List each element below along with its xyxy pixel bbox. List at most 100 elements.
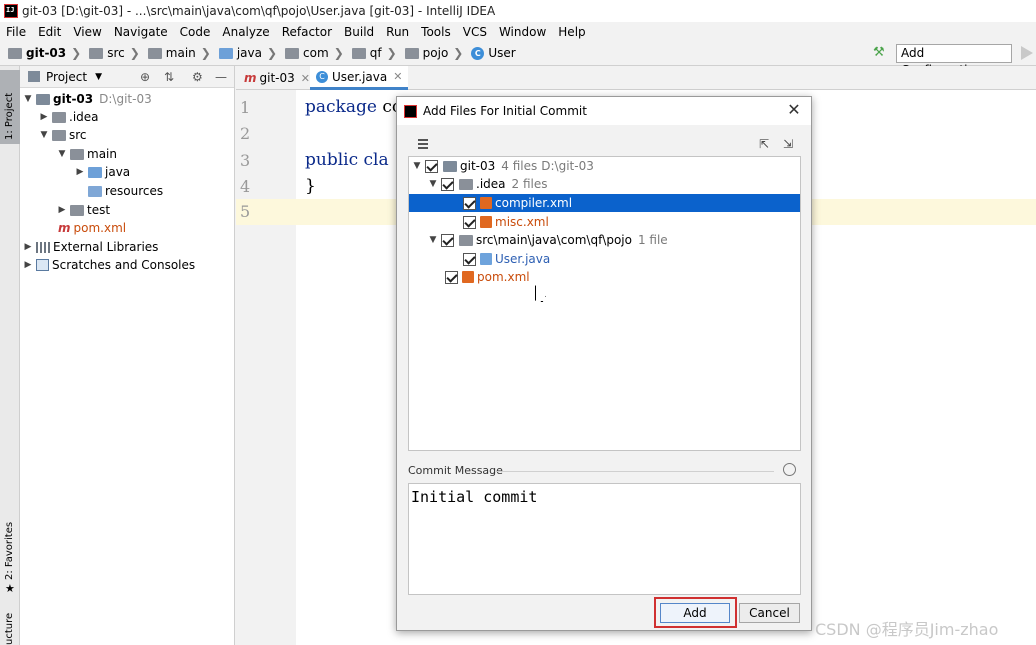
tree-item-main[interactable]: ▼ main — [56, 145, 117, 163]
history-clock-icon[interactable] — [783, 463, 796, 476]
breadcrumb-java[interactable]: java ❯ — [218, 46, 277, 60]
menu-analyze[interactable]: Analyze — [216, 25, 275, 39]
favorites-tool-button[interactable]: 2: Favorites — [4, 522, 15, 580]
checkbox[interactable] — [441, 233, 454, 247]
package-icon — [404, 47, 419, 59]
tree-row-idea[interactable]: ▼ .idea 2 files — [409, 175, 800, 193]
tree-row-git-03[interactable]: ▼ git-03 4 files D:\git-03 — [409, 157, 800, 175]
breadcrumb-user[interactable]: C User — [471, 46, 516, 60]
chevron-right-icon[interactable]: ▶ — [74, 167, 86, 177]
add-button[interactable]: Add — [660, 603, 730, 623]
checkbox[interactable] — [425, 159, 438, 173]
tree-item-git-03[interactable]: ▼ git-03 D:\git-03 — [22, 90, 152, 108]
tree-item-resources[interactable]: resources — [86, 182, 163, 200]
close-icon[interactable]: ✕ — [785, 101, 803, 119]
menu-edit[interactable]: Edit — [32, 25, 67, 39]
checkbox[interactable] — [463, 252, 476, 266]
menu-vcs[interactable]: VCS — [457, 25, 493, 39]
menu-file[interactable]: File — [0, 25, 32, 39]
chevron-right-icon[interactable]: ▶ — [56, 205, 68, 215]
file-count: 2 files — [511, 177, 548, 191]
code-line-4: } — [305, 176, 316, 196]
tree-row-compiler-xml[interactable]: compiler.xml — [409, 194, 800, 212]
build-hammer-icon[interactable]: ⚒ — [873, 46, 887, 60]
tree-item-java[interactable]: ▶ java — [74, 163, 131, 181]
chevron-down-icon[interactable]: ▼ — [411, 161, 423, 171]
breadcrumb-pojo[interactable]: pojo ❯ — [404, 46, 463, 60]
scratches-icon — [36, 259, 49, 271]
structure-tool-button[interactable]: ucture — [4, 613, 15, 645]
breadcrumb-label: src — [107, 46, 125, 60]
module-folder-icon — [36, 93, 50, 105]
project-view-selector[interactable]: Project — [46, 70, 87, 84]
close-icon[interactable]: ✕ — [393, 70, 402, 83]
dropdown-arrow-icon[interactable]: ▼ — [95, 72, 102, 82]
menu-tools[interactable]: Tools — [415, 25, 457, 39]
tree-item-idea[interactable]: ▶ .idea — [38, 108, 99, 126]
tree-item-label: .idea — [476, 177, 506, 191]
tree-row-pom-xml[interactable]: pom.xml — [409, 268, 800, 286]
class-icon: C — [471, 46, 485, 60]
checkbox[interactable] — [463, 196, 476, 210]
group-by-icon[interactable] — [418, 139, 428, 149]
breadcrumb-com[interactable]: com ❯ — [285, 46, 344, 60]
checkbox[interactable] — [463, 215, 476, 229]
close-icon[interactable]: ✕ — [301, 72, 310, 85]
tree-item-label: Scratches and Consoles — [52, 258, 196, 272]
gear-icon[interactable]: ⚙ — [192, 70, 203, 84]
breadcrumb-qf[interactable]: qf ❯ — [351, 46, 397, 60]
tree-item-label: External Libraries — [53, 240, 159, 254]
tree-item-path: D:\git-03 — [99, 92, 152, 106]
collapse-icon[interactable]: ⇅ — [164, 70, 174, 84]
chevron-down-icon[interactable]: ▼ — [427, 235, 439, 245]
menu-navigate[interactable]: Navigate — [108, 25, 174, 39]
chevron-right-icon[interactable]: ▶ — [38, 112, 50, 122]
tree-row-user-java[interactable]: User.java — [409, 250, 800, 268]
collapse-all-icon[interactable]: ⇲ — [783, 137, 793, 151]
breadcrumb-main[interactable]: main ❯ — [147, 46, 211, 60]
source-folder-icon — [218, 47, 233, 59]
resources-folder-icon — [88, 185, 102, 197]
chevron-down-icon[interactable]: ▼ — [22, 94, 34, 104]
add-configuration-button[interactable]: Add Configuration... — [896, 44, 1012, 77]
menu-window[interactable]: Window — [493, 25, 552, 39]
menu-run[interactable]: Run — [380, 25, 415, 39]
tab-label: User.java — [332, 69, 388, 84]
chevron-right-icon[interactable]: ▶ — [22, 242, 34, 252]
chevron-down-icon[interactable]: ▼ — [427, 179, 439, 189]
library-icon — [36, 241, 50, 253]
menu-view[interactable]: View — [67, 25, 107, 39]
hide-icon[interactable]: — — [215, 70, 227, 84]
tree-item-test[interactable]: ▶ test — [56, 201, 111, 219]
menu-code[interactable]: Code — [174, 25, 217, 39]
tab-label: git-03 — [259, 71, 295, 85]
star-icon: ★ — [5, 582, 15, 595]
chevron-down-icon[interactable]: ▼ — [56, 149, 68, 159]
checkbox[interactable] — [441, 177, 454, 191]
tree-item-label: pom.xml — [73, 221, 127, 235]
locate-target-icon[interactable]: ⊕ — [140, 70, 150, 84]
tree-item-pom[interactable]: m pom.xml — [56, 219, 126, 237]
menu-build[interactable]: Build — [338, 25, 380, 39]
breadcrumb-label: pojo — [422, 46, 449, 60]
project-tool-window-button[interactable]: 1: Project — [0, 70, 20, 144]
xml-file-icon — [480, 197, 492, 209]
chevron-down-icon[interactable]: ▼ — [38, 130, 50, 140]
breadcrumb-git-03[interactable]: git-03 ❯ — [8, 46, 81, 60]
commit-message-input[interactable]: Initial commit — [408, 483, 801, 595]
tree-row-pojo[interactable]: ▼ src\main\java\com\qf\pojo 1 file — [409, 231, 800, 249]
tab-user-java[interactable]: C User.java ✕ — [310, 66, 409, 90]
breadcrumb-src[interactable]: src ❯ — [89, 46, 140, 60]
tree-row-misc-xml[interactable]: misc.xml — [409, 213, 800, 231]
tab-git-03[interactable]: m git-03 ✕ — [236, 66, 316, 90]
tree-item-src[interactable]: ▼ src — [38, 126, 87, 144]
chevron-right-icon: ❯ — [333, 46, 344, 60]
tree-item-external-libraries[interactable]: ▶ External Libraries — [22, 238, 159, 256]
menu-refactor[interactable]: Refactor — [276, 25, 338, 39]
expand-all-icon[interactable]: ⇱ — [759, 137, 769, 151]
chevron-right-icon[interactable]: ▶ — [22, 260, 34, 270]
checkbox[interactable] — [445, 270, 458, 284]
tree-item-scratches[interactable]: ▶ Scratches and Consoles — [22, 256, 196, 274]
menu-help[interactable]: Help — [552, 25, 591, 39]
cancel-button[interactable]: Cancel — [739, 603, 800, 623]
